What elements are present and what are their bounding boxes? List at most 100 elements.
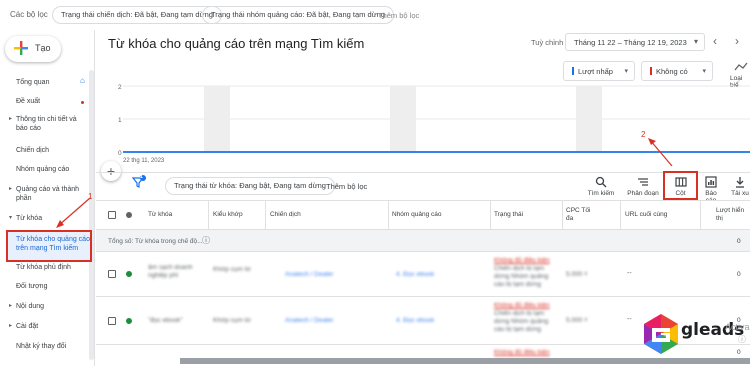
create-button-label: Tạo	[35, 43, 51, 53]
activation-watermark: Activa	[725, 322, 750, 332]
sidebar-item-insights-reports[interactable]: Thông tin chi tiết và báo cáo	[9, 115, 88, 133]
columns-icon	[674, 177, 687, 187]
search-tool-label: Tìm kiếm	[587, 190, 615, 197]
weekend-band	[576, 86, 602, 152]
sidebar-item-keywords[interactable]: Từ khóa	[9, 214, 42, 223]
segment-tool[interactable]: Phân đoạn	[625, 176, 661, 197]
total-row-label: Tổng số: Từ khóa trong chế độ...	[108, 238, 203, 245]
sidebar-item-content[interactable]: Nội dung	[9, 302, 44, 311]
row-checkbox[interactable]	[108, 317, 116, 325]
row-status[interactable]: Không đủ điều kiện	[494, 302, 556, 310]
col-header-max-cpc[interactable]: CPC Tối đa	[566, 207, 594, 223]
col-header-status[interactable]: Trạng thái	[494, 211, 523, 219]
search-icon	[595, 176, 607, 188]
annotation-arrow-1	[56, 197, 91, 228]
row-status[interactable]: Không đủ điều kiện	[494, 257, 556, 265]
adgroup-status-filter-chip[interactable]: Trạng thái nhóm quảng cáo: Đã bật, Đang …	[202, 6, 395, 24]
y-tick-1: 1	[118, 117, 122, 124]
row-keyword[interactable]: "đọc ebook"	[148, 317, 183, 325]
next-period-icon[interactable]: ›	[735, 34, 739, 48]
col-header-impressions[interactable]: Lượt hiển thị	[716, 207, 746, 223]
filter-icon[interactable]	[132, 175, 146, 189]
row-final-url: --	[627, 270, 632, 277]
gleads-logo-icon	[644, 314, 678, 354]
col-header-campaign[interactable]: Chiến dịch	[270, 211, 301, 219]
enabled-status-dot	[126, 271, 132, 277]
plus-icon	[14, 41, 28, 55]
row-campaign[interactable]: Anatech / Dealer	[285, 271, 333, 279]
row-max-cpc[interactable]: 5.000 ₫	[566, 271, 587, 279]
row-max-cpc[interactable]: 5.000 ₫	[566, 317, 587, 325]
sidebar-item-adgroups[interactable]: Nhóm quảng cáo	[16, 165, 69, 174]
filter-bar: Các bộ lọc Trạng thái chiến dịch: Đã bật…	[0, 0, 750, 30]
status-column-dot	[126, 212, 132, 218]
row-adgroup[interactable]: 4. Đọc ebook	[396, 271, 434, 279]
metric1-color-swatch	[572, 67, 574, 75]
metric2-color-swatch	[650, 67, 652, 75]
total-impressions: 0	[737, 238, 741, 245]
date-range-value: Tháng 11 22 – Tháng 12 19, 2023	[574, 38, 687, 47]
columns-tool[interactable]: Cột	[665, 176, 696, 197]
annotation-label-1: 1	[88, 192, 93, 201]
add-table-filter-link[interactable]: Thêm bộ lọc	[326, 182, 367, 191]
filters-label: Các bộ lọc	[10, 10, 48, 19]
metric1-label: Lượt nhấp	[578, 67, 613, 76]
previous-period-icon[interactable]: ‹	[713, 34, 717, 48]
watermark-info-icon: ⓘ	[738, 335, 746, 344]
sidebar-item-settings[interactable]: Cài đặt	[9, 322, 38, 331]
notification-dot	[81, 101, 84, 104]
horizontal-scrollbar[interactable]	[180, 358, 750, 364]
y-tick-2: 2	[118, 84, 122, 91]
col-header-final-url[interactable]: URL cuối cùng	[625, 211, 667, 219]
segment-tool-label: Phân đoạn	[627, 190, 659, 197]
create-button[interactable]: Tạo	[5, 36, 61, 62]
sidebar-item-overview[interactable]: Tổng quan	[16, 78, 49, 87]
col-header-match-type[interactable]: Kiểu khớp	[213, 211, 243, 219]
row-status[interactable]: Không đủ điều kiện	[494, 349, 556, 357]
enabled-status-dot	[126, 318, 132, 324]
row-status-detail: Chiến dịch bị tạm dừng Nhóm quảng cáo bị…	[494, 265, 549, 288]
campaign-status-filter-chip[interactable]: Trạng thái chiến dịch: Đã bật, Đang tạm …	[52, 6, 222, 24]
page-title: Từ khóa cho quảng cáo trên mạng Tìm kiếm	[108, 36, 365, 51]
annotation-arrow-2	[648, 138, 673, 167]
sidebar-item-audiences[interactable]: Đối tượng	[16, 282, 47, 291]
sidebar-item-change-history[interactable]: Nhật ký thay đổi	[16, 342, 66, 351]
date-range-type-label: Tuỳ chỉnh	[531, 38, 564, 47]
date-range-selector[interactable]: Tháng 11 22 – Tháng 12 19, 2023	[565, 33, 705, 51]
row-adgroup[interactable]: 4. Đọc ebook	[396, 317, 434, 325]
segment-icon	[638, 178, 648, 186]
row-campaign[interactable]: Anatech / Dealer	[285, 317, 333, 325]
weekend-band	[390, 86, 416, 152]
annotation-label-2: 2	[641, 130, 646, 139]
reports-icon	[705, 176, 717, 188]
home-icon: ⌂	[80, 76, 85, 85]
select-all-checkbox[interactable]	[108, 211, 116, 219]
row-impressions: 0	[737, 349, 741, 356]
sidebar-item-negative-keywords[interactable]: Từ khóa phủ định	[16, 263, 71, 272]
metric2-label: Không có	[656, 67, 688, 76]
filter-count-badge: 1	[140, 174, 143, 180]
download-tool[interactable]: Tải xu	[729, 176, 750, 197]
weekend-band	[204, 86, 230, 152]
x-tick-start: 22 thg 11, 2023	[123, 158, 165, 164]
col-header-keyword[interactable]: Từ khóa	[148, 211, 172, 219]
download-icon	[736, 177, 744, 188]
row-keyword[interactable]: âm sạch doanh nghiệp phí	[148, 264, 196, 280]
help-icon[interactable]: ⓘ	[202, 235, 210, 246]
row-final-url: --	[627, 316, 632, 323]
row-match-type: Khớp cụm từ	[213, 317, 251, 324]
download-tool-label: Tải xu	[731, 190, 749, 197]
sidebar-item-recommendations[interactable]: Đề xuất	[16, 97, 40, 106]
row-impressions: 0	[737, 271, 741, 278]
chart-type-icon[interactable]	[734, 62, 748, 72]
search-tool[interactable]: Tìm kiếm	[584, 176, 618, 197]
keyword-status-filter-chip[interactable]: Trạng thái từ khóa: Đang bật, Đang tạm d…	[165, 177, 335, 195]
row-match-type: Khớp cụm từ	[213, 266, 251, 273]
columns-tool-label: Cột	[675, 190, 686, 197]
row-checkbox[interactable]	[108, 270, 116, 278]
sidebar-item-campaigns[interactable]: Chiến dịch	[16, 146, 49, 155]
col-header-adgroup[interactable]: Nhóm quảng cáo	[392, 211, 442, 219]
add-filter-link[interactable]: Thêm bộ lọc	[378, 11, 419, 20]
row-status-detail: Chiến dịch bị tạm dừng Nhóm quảng cáo bị…	[494, 310, 549, 333]
y-tick-0: 0	[118, 150, 122, 157]
